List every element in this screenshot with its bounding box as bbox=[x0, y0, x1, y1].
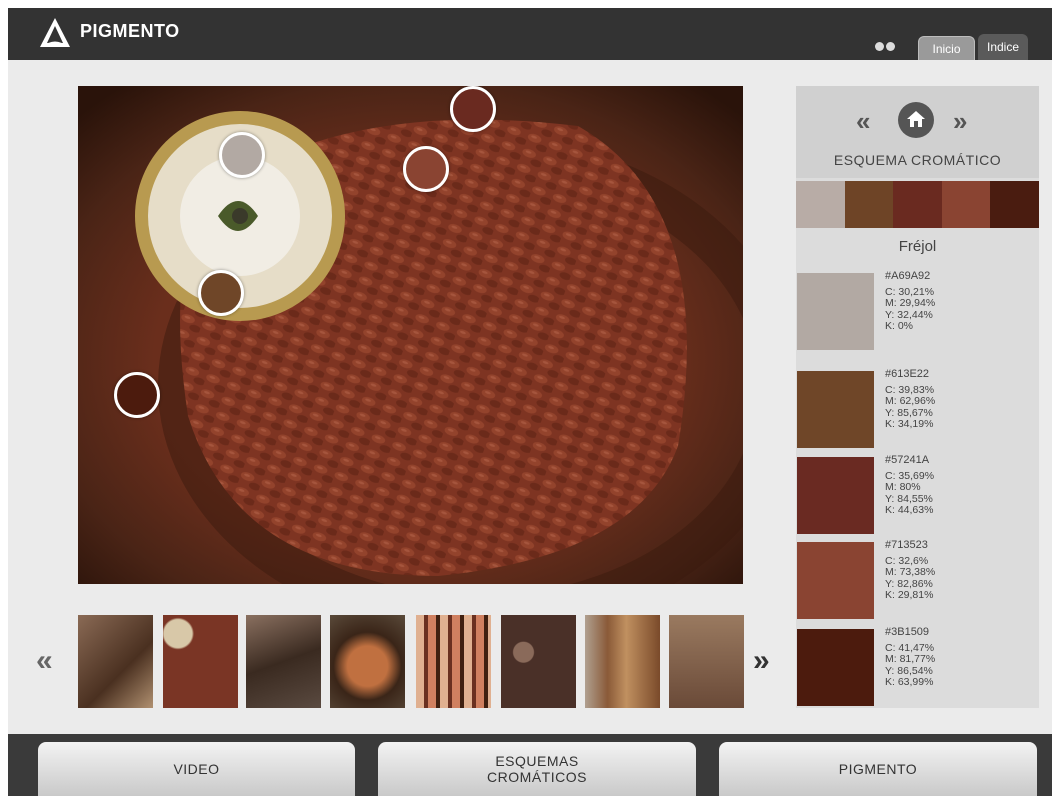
color-info: #A69A92 C: 30,21% M: 29,94% Y: 32,44% K:… bbox=[885, 270, 936, 333]
prev-scheme-button[interactable]: « bbox=[856, 106, 870, 137]
esquemas-label-line1: ESQUEMAS bbox=[495, 753, 579, 769]
color-info: #57241A C: 35,69% M: 80% Y: 84,55% K: 44… bbox=[885, 454, 934, 517]
tab-inicio[interactable]: Inicio bbox=[918, 36, 975, 60]
video-label: VIDEO bbox=[173, 761, 220, 777]
cmyk-k: K: 34,19% bbox=[885, 418, 934, 430]
strip-color-1 bbox=[796, 181, 845, 228]
cmyk-m: M: 29,94% bbox=[885, 297, 936, 309]
color-scheme-panel: « » ESQUEMA CROMÁTICO Fréjol #A69A92 C: … bbox=[796, 86, 1039, 708]
strip-color-2 bbox=[844, 181, 894, 228]
color-swatch bbox=[797, 457, 874, 534]
cmyk-k: K: 63,99% bbox=[885, 676, 934, 688]
cmyk-k: K: 44,63% bbox=[885, 504, 934, 516]
hex-value: #57241A bbox=[885, 454, 930, 466]
thumbnail-beans-plate[interactable] bbox=[163, 615, 238, 708]
subject-name: Fréjol bbox=[898, 238, 937, 255]
color-info: #613E22 C: 39,83% M: 62,96% Y: 85,67% K:… bbox=[885, 368, 936, 431]
cmyk-k: K: 0% bbox=[885, 320, 914, 332]
sound-off-icon[interactable] bbox=[886, 42, 895, 51]
esquemas-cromaticos-button[interactable]: ESQUEMAS CROMÁTICOS bbox=[378, 742, 696, 796]
color-info: #713523 C: 32,6% M: 73,38% Y: 82,86% K: … bbox=[885, 539, 936, 602]
hex-value: #A69A92 bbox=[885, 270, 931, 282]
cmyk-m: M: 62,96% bbox=[885, 395, 936, 407]
thumbnail-wooden-lock[interactable] bbox=[669, 615, 744, 708]
home-button[interactable] bbox=[898, 102, 934, 138]
color-picker-3[interactable] bbox=[403, 146, 449, 192]
color-swatch bbox=[797, 542, 874, 619]
color-picker-4[interactable] bbox=[198, 270, 244, 316]
video-button[interactable]: VIDEO bbox=[38, 742, 355, 796]
strip-color-5 bbox=[990, 181, 1039, 228]
color-entry: #613E22 C: 39,83% M: 62,96% Y: 85,67% K:… bbox=[796, 368, 1039, 451]
thumbnails-next-button[interactable]: » bbox=[753, 644, 770, 678]
color-entry: #3B1509 C: 41,47% M: 81,77% Y: 86,54% K:… bbox=[796, 626, 1039, 709]
color-swatch bbox=[797, 629, 874, 706]
color-info: #3B1509 C: 41,47% M: 81,77% Y: 86,54% K:… bbox=[885, 626, 936, 689]
color-picker-2[interactable] bbox=[450, 86, 496, 132]
header-bar: PIGMENTO Inicio Indice bbox=[8, 8, 1052, 60]
color-swatch bbox=[797, 273, 874, 350]
color-entry: #713523 C: 32,6% M: 73,38% Y: 82,86% K: … bbox=[796, 539, 1039, 622]
strip-color-3 bbox=[893, 181, 942, 228]
bottom-bar: VIDEO ESQUEMAS CROMÁTICOS PIGMENTO bbox=[8, 734, 1052, 796]
color-entry: #A69A92 C: 30,21% M: 29,94% Y: 32,44% K:… bbox=[796, 270, 1039, 353]
cmyk-m: M: 81,77% bbox=[885, 653, 936, 665]
thumbnail-dried-pods[interactable] bbox=[246, 615, 321, 708]
color-swatch bbox=[797, 371, 874, 448]
tab-indice[interactable]: Indice bbox=[978, 34, 1028, 60]
color-picker-1[interactable] bbox=[219, 132, 265, 178]
cmyk-k: K: 29,81% bbox=[885, 589, 934, 601]
color-picker-5[interactable] bbox=[114, 372, 160, 418]
next-scheme-button[interactable]: » bbox=[953, 106, 967, 137]
color-strip bbox=[796, 181, 1039, 228]
thumbnail-cocoa-beans[interactable] bbox=[501, 615, 576, 708]
thumbnail-colored-tubes[interactable] bbox=[416, 615, 491, 708]
color-entry: #57241A C: 35,69% M: 80% Y: 84,55% K: 44… bbox=[796, 454, 1039, 537]
thumbnail-gourd[interactable] bbox=[330, 615, 405, 708]
pigmento-button[interactable]: PIGMENTO bbox=[719, 742, 1037, 796]
sound-on-icon[interactable] bbox=[875, 42, 884, 51]
main-photo bbox=[78, 86, 743, 584]
thumbnail-woven-baskets[interactable] bbox=[78, 615, 153, 708]
pigmento-label: PIGMENTO bbox=[838, 761, 918, 777]
strip-color-4 bbox=[941, 181, 991, 228]
hex-value: #613E22 bbox=[885, 368, 930, 380]
pigmento-logo-icon bbox=[40, 18, 70, 47]
hex-value: #713523 bbox=[885, 539, 928, 551]
hex-value: #3B1509 bbox=[885, 626, 930, 638]
cmyk-m: M: 80% bbox=[885, 481, 921, 493]
esquemas-label-line2: CROMÁTICOS bbox=[487, 769, 587, 785]
home-icon bbox=[907, 111, 925, 127]
thumbnails-prev-button[interactable]: « bbox=[36, 644, 53, 678]
brand-name: PIGMENTO bbox=[80, 21, 180, 41]
cmyk-m: M: 73,38% bbox=[885, 566, 936, 578]
app-window: PIGMENTO Inicio Indice « » ESQUEMA CROMÁ… bbox=[8, 8, 1052, 796]
thumbnail-wooden-vessel[interactable] bbox=[585, 615, 660, 708]
sound-controls bbox=[875, 42, 895, 51]
scheme-title: ESQUEMA CROMÁTICO bbox=[833, 152, 1002, 168]
